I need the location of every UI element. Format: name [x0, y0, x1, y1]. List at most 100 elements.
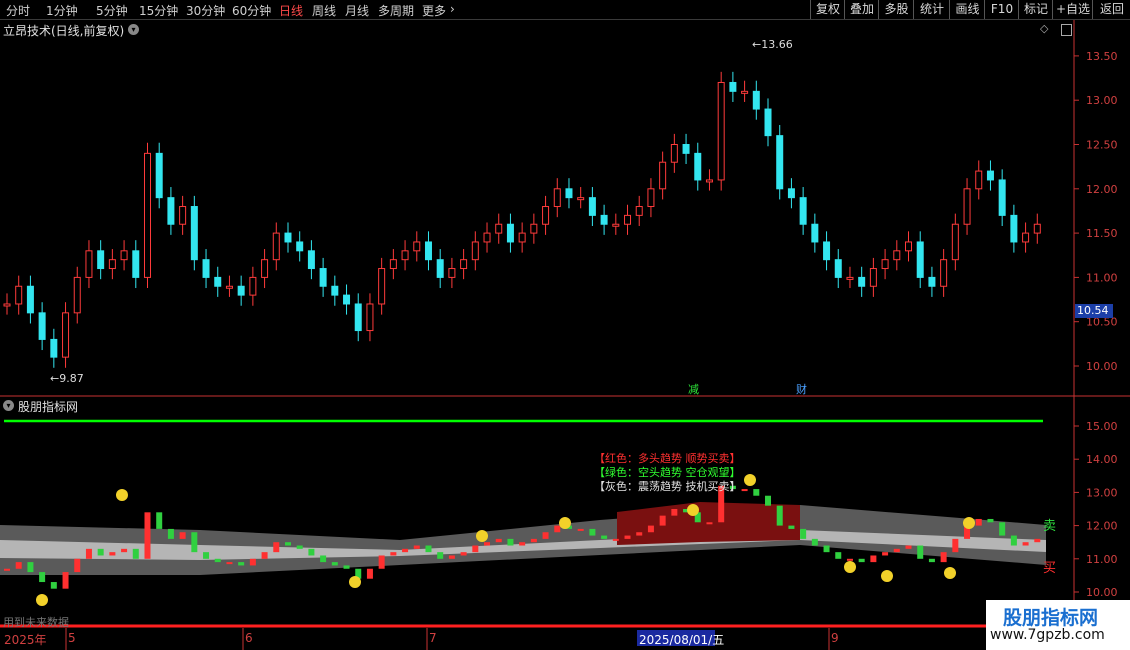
indicator-tick-label: 12.00 — [1086, 520, 1118, 533]
candle-body — [120, 250, 128, 261]
indicator-candle — [472, 545, 479, 553]
candle-body — [542, 206, 550, 225]
indicator-candle — [97, 548, 104, 556]
chevron-down-icon[interactable]: ▾ — [128, 24, 139, 35]
event-mark-reduce[interactable]: 减 — [688, 381, 699, 397]
legend-red: 【红色：多头趋势 顺势买卖】 — [594, 452, 741, 465]
candle-body — [272, 232, 280, 261]
indicator-candle — [647, 525, 654, 533]
month-label: 6 — [245, 631, 253, 645]
indicator-candle — [74, 558, 81, 573]
indicator-candle — [975, 518, 982, 526]
candle-body — [869, 268, 877, 287]
candle-body — [565, 188, 573, 199]
kline-chart[interactable]: 13.5013.0012.5012.0011.5011.0010.5010.00… — [0, 0, 1130, 650]
indicator-candle — [811, 538, 818, 546]
candle-body — [811, 223, 819, 243]
indicator-candle — [1034, 538, 1041, 543]
indicator-candle — [331, 562, 338, 566]
face-icon — [476, 530, 488, 542]
indicator-candle — [4, 568, 10, 571]
indicator-candle — [636, 532, 643, 536]
candle-body — [506, 223, 514, 243]
face-icon — [963, 517, 975, 529]
indicator-candle — [671, 509, 678, 516]
indicator-candle — [776, 505, 783, 526]
candle-body — [495, 223, 503, 234]
candle-body — [155, 152, 163, 199]
indicator-candle — [484, 542, 491, 546]
indicator-candle — [893, 548, 900, 553]
legend-green: 【绿色：空头趋势 空仓观望】 — [594, 466, 741, 479]
chart-title: 立昂技术(日线,前复权) — [3, 24, 125, 38]
indicator-candle — [905, 545, 912, 549]
indicator-candle — [238, 562, 245, 566]
indicator-candle — [870, 555, 877, 563]
candle-body — [764, 108, 772, 137]
indicator-candle — [203, 552, 210, 559]
indicator-candle — [495, 538, 502, 543]
candle-body — [998, 179, 1006, 216]
candle-body — [905, 241, 913, 252]
buy-label: 买 — [1043, 561, 1057, 576]
face-icon — [687, 504, 699, 516]
scroll-box-icon[interactable] — [1061, 24, 1072, 36]
candle-body — [518, 232, 526, 243]
candle-body — [26, 285, 34, 314]
indicator-candle — [741, 489, 748, 492]
indicator-candle — [15, 562, 22, 569]
indicator-candle — [62, 572, 69, 589]
event-mark-finance[interactable]: 财 — [796, 381, 807, 397]
cursor-date: 2025/08/01/五 — [639, 633, 725, 647]
candle-body — [15, 285, 23, 305]
diamond-icon[interactable]: ◇ — [1040, 22, 1048, 35]
candle-body — [284, 232, 292, 243]
indicator-candle — [753, 489, 760, 496]
candle-body — [729, 81, 737, 92]
candle-body — [143, 152, 151, 278]
face-icon — [349, 576, 361, 588]
price-tick-label: 13.50 — [1086, 50, 1118, 63]
indicator-tick-label: 11.00 — [1086, 553, 1118, 566]
indicator-candle — [402, 548, 409, 553]
candle-body — [167, 197, 175, 225]
candle-body — [366, 303, 374, 332]
candle-body — [612, 223, 620, 227]
candle-body — [776, 135, 784, 190]
low-marker: ←9.87 — [50, 372, 84, 385]
indicator-candle — [928, 558, 935, 563]
indicator-candle — [577, 528, 584, 531]
indicator-title: 股朋指标网 — [18, 400, 79, 414]
indicator-candle — [179, 532, 186, 539]
candle-body — [202, 259, 210, 278]
indicator-candle — [800, 528, 807, 539]
indicator-candle — [788, 525, 795, 529]
indicator-candle — [659, 515, 666, 526]
candle-body — [881, 259, 889, 270]
indicator-candle — [320, 555, 327, 563]
face-icon — [844, 561, 856, 573]
indicator-candle — [144, 512, 151, 559]
indicator-tick-label: 15.00 — [1086, 420, 1118, 433]
candle-body — [448, 268, 456, 278]
candle-body — [319, 268, 327, 287]
indicator-candle — [835, 552, 842, 559]
indicator-candle — [273, 542, 280, 553]
face-icon — [116, 489, 128, 501]
future-data-note: 用到未来数据 — [3, 616, 69, 629]
candle-body — [401, 250, 409, 261]
candle-body — [787, 188, 795, 199]
candle-body — [682, 144, 690, 154]
indicator-candle — [366, 568, 373, 579]
candle-body — [986, 170, 994, 181]
month-label: 5 — [68, 631, 76, 645]
indicator-tick-label: 10.00 — [1086, 586, 1118, 599]
candle-body — [635, 206, 643, 216]
chevron-down-icon[interactable]: ▾ — [3, 400, 14, 411]
candle-body — [940, 259, 948, 287]
candle-body — [823, 241, 831, 261]
month-label: 9 — [831, 631, 839, 645]
candle-body — [752, 90, 760, 110]
candle-body — [73, 276, 81, 314]
indicator-candle — [706, 522, 713, 525]
